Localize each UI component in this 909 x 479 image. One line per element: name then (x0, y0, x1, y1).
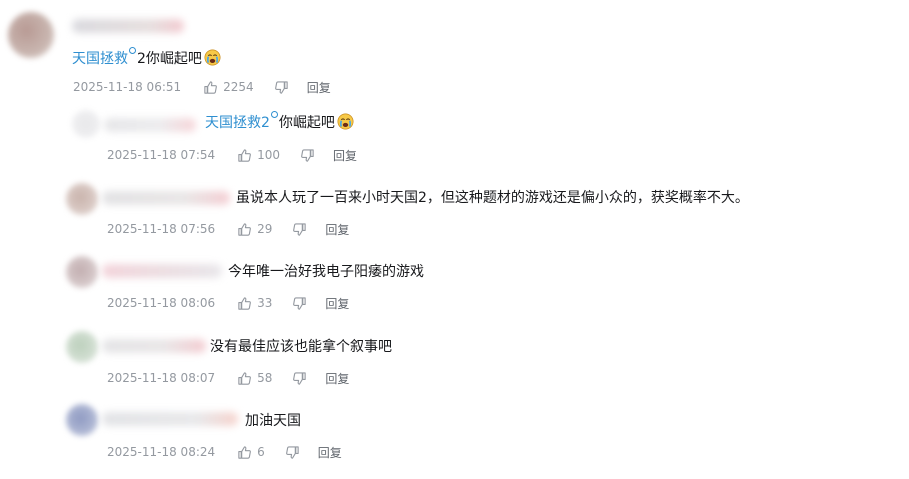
thumbs-up-icon[interactable] (237, 445, 252, 460)
search-icon (270, 111, 278, 118)
username-blurred[interactable] (102, 412, 238, 426)
thumbs-down-icon[interactable] (300, 148, 315, 163)
username-blurred[interactable] (102, 264, 222, 278)
comment-text: 没有最佳应该也能拿个叙事吧 (210, 339, 392, 355)
thumbs-down-icon[interactable] (274, 80, 289, 95)
comment-text: 加油天国 (245, 413, 301, 429)
crying-face-emoji-icon (337, 113, 354, 130)
thumbs-down-icon[interactable] (292, 371, 307, 386)
comment-text: 2你崛起吧 (137, 51, 202, 67)
comment-meta: 2025-11-18 07:56 29 回复 (107, 221, 349, 237)
username-blurred[interactable] (102, 191, 230, 205)
thumbs-up-icon[interactable] (237, 371, 252, 386)
thumbs-up-icon[interactable] (203, 80, 218, 95)
reply-button[interactable]: 回复 (325, 370, 349, 387)
timestamp: 2025-11-18 07:54 (107, 148, 216, 162)
comment-content: 天国拯救 2你崛起吧 (72, 47, 221, 69)
reply-button[interactable]: 回复 (325, 221, 349, 238)
comment-section: 天国拯救 2你崛起吧 2025-11-18 06:51 2254 回复 天国拯救2… (0, 0, 909, 479)
username-blurred[interactable] (104, 118, 196, 132)
like-count: 29 (257, 222, 273, 236)
avatar[interactable] (66, 331, 98, 363)
timestamp: 2025-11-18 08:07 (107, 371, 216, 385)
thumbs-down-icon[interactable] (292, 296, 307, 311)
thumbs-up-icon[interactable] (237, 148, 252, 163)
comment-content: 加油天国 (245, 411, 301, 431)
reply-button[interactable]: 回复 (325, 295, 349, 312)
comment-meta: 2025-11-18 06:51 2254 回复 (73, 79, 331, 95)
thumbs-down-icon[interactable] (292, 222, 307, 237)
timestamp: 2025-11-18 08:24 (107, 445, 216, 459)
timestamp: 2025-11-18 07:56 (107, 222, 216, 236)
comment-meta: 2025-11-18 08:07 58 回复 (107, 370, 349, 386)
username-blurred[interactable] (72, 19, 184, 33)
comment-content: 今年唯一治好我电子阳痿的游戏 (228, 262, 424, 282)
crying-face-emoji-icon (204, 49, 221, 66)
like-count: 58 (257, 371, 273, 385)
search-icon (129, 47, 136, 54)
comment-content: 没有最佳应该也能拿个叙事吧 (210, 337, 392, 357)
comment-meta: 2025-11-18 07:54 100 回复 (107, 147, 357, 163)
like-count: 2254 (223, 80, 254, 94)
avatar[interactable] (66, 256, 98, 288)
avatar[interactable] (8, 12, 54, 58)
comment-text: 今年唯一治好我电子阳痿的游戏 (228, 264, 424, 280)
comment-meta: 2025-11-18 08:06 33 回复 (107, 295, 349, 311)
like-count: 6 (257, 445, 265, 459)
avatar[interactable] (66, 404, 98, 436)
thumbs-up-icon[interactable] (237, 296, 252, 311)
avatar[interactable] (72, 110, 100, 138)
reply-button[interactable]: 回复 (333, 147, 357, 164)
thumbs-down-icon[interactable] (285, 445, 300, 460)
username-blurred[interactable] (102, 339, 206, 353)
reply-button[interactable]: 回复 (307, 79, 331, 96)
comment-text: 虽说本人玩了一百来小时天国2，但这种题材的游戏还是偏小众的，获奖概率不大。 (236, 190, 749, 206)
search-link[interactable]: 天国拯救 (72, 51, 128, 67)
comment-content: 虽说本人玩了一百来小时天国2，但这种题材的游戏还是偏小众的，获奖概率不大。 (236, 188, 749, 208)
search-link[interactable]: 天国拯救2 (205, 115, 270, 131)
thumbs-up-icon[interactable] (237, 222, 252, 237)
comment-content: 天国拯救2 你崛起吧 (205, 111, 354, 133)
reply-button[interactable]: 回复 (318, 444, 342, 461)
like-count: 100 (257, 148, 281, 162)
like-count: 33 (257, 296, 273, 310)
avatar[interactable] (66, 183, 98, 215)
comment-meta: 2025-11-18 08:24 6 回复 (107, 444, 342, 460)
timestamp: 2025-11-18 06:51 (73, 80, 182, 94)
comment-text: 你崛起吧 (278, 115, 335, 131)
timestamp: 2025-11-18 08:06 (107, 296, 216, 310)
